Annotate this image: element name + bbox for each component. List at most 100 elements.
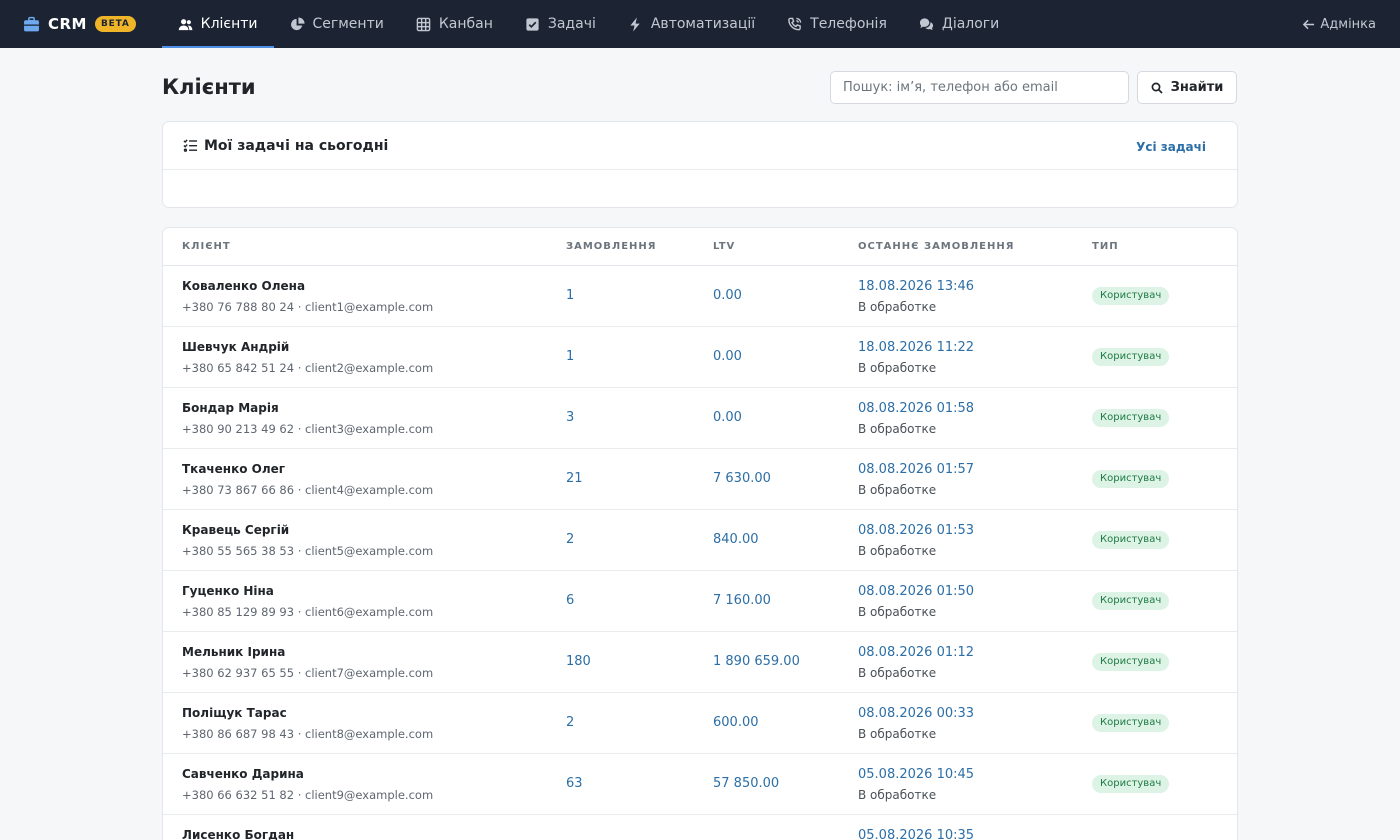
table-row[interactable]: Поліщук Тарас +380 86 687 98 43 · client8… (163, 693, 1237, 754)
table-row[interactable]: Коваленко Олена +380 76 788 80 24 · clien… (163, 266, 1237, 327)
column-header-client: Клієнт (182, 241, 231, 252)
orders-count[interactable]: 2 (566, 715, 574, 730)
nav-item-kanban[interactable]: Канбан (400, 0, 509, 48)
table-row[interactable]: Ткаченко Олег +380 73 867 66 86 · client4… (163, 449, 1237, 510)
app-name: CRM (48, 15, 87, 33)
last-order-date[interactable]: 18.08.2026 13:46 (858, 279, 974, 294)
orders-count[interactable]: 2 (566, 532, 574, 547)
last-order-date[interactable]: 08.08.2026 01:50 (858, 584, 974, 599)
client-contact: +380 62 937 65 55 · client7@example.com (182, 666, 434, 680)
client-type-badge: Користувач (1092, 592, 1170, 610)
nav-label: Діалоги (941, 16, 1000, 32)
client-type-badge: Користувач (1092, 409, 1170, 427)
client-type-badge: Користувач (1092, 653, 1170, 671)
tasks-card: Мої задачі на сьогодні Усі задачі (162, 121, 1238, 208)
all-tasks-link[interactable]: Усі задачі (1136, 140, 1206, 154)
client-name[interactable]: Поліщук Тарас (182, 706, 287, 720)
orders-count[interactable]: 63 (566, 776, 583, 791)
table-row[interactable]: Шевчук Андрій +380 65 842 51 24 · client2… (163, 327, 1237, 388)
pie-chart-icon (290, 16, 305, 30)
last-order-status: В обработке (858, 361, 937, 375)
last-order-status: В обработке (858, 544, 937, 558)
ltv-value[interactable]: 7 160.00 (713, 593, 771, 608)
ltv-value[interactable]: 7 630.00 (713, 471, 771, 486)
last-order-date[interactable]: 08.08.2026 01:53 (858, 523, 974, 538)
phone-icon (788, 17, 802, 30)
last-order-date[interactable]: 18.08.2026 11:22 (858, 340, 974, 355)
client-name[interactable]: Шевчук Андрій (182, 340, 289, 354)
ltv-value[interactable]: 0.00 (713, 410, 742, 425)
column-header-ltv: LTV (713, 241, 736, 252)
table-row[interactable]: Гуценко Ніна +380 85 129 89 93 · client6@… (163, 571, 1237, 632)
ltv-value[interactable]: 0.00 (713, 349, 742, 364)
orders-count[interactable]: 180 (566, 654, 591, 669)
arrow-left-icon (1303, 19, 1315, 29)
ltv-value[interactable]: 1 890 659.00 (713, 654, 800, 669)
client-type-badge: Користувач (1092, 287, 1170, 305)
client-type-badge: Користувач (1092, 470, 1170, 488)
column-header-last-order: Останнє замовлення (858, 241, 1015, 252)
tasks-title: Мої задачі на сьогодні (204, 137, 389, 154)
last-order-date[interactable]: 08.08.2026 01:57 (858, 462, 974, 477)
orders-count[interactable]: 1 (566, 349, 574, 364)
bolt-icon (630, 16, 640, 32)
client-name[interactable]: Мельник Ірина (182, 645, 285, 659)
last-order-date[interactable]: 08.08.2026 01:12 (858, 645, 974, 660)
nav-item-tasks[interactable]: Задачі (509, 0, 612, 48)
client-name[interactable]: Гуценко Ніна (182, 584, 274, 598)
client-type-badge: Користувач (1092, 775, 1170, 793)
last-order-date[interactable]: 05.08.2026 10:35 (858, 828, 974, 840)
nav-item-segments[interactable]: Сегменти (274, 0, 400, 48)
client-name[interactable]: Лисенко Богдан (182, 828, 294, 840)
admin-link[interactable]: Адмінка (1302, 0, 1376, 48)
client-contact: +380 86 687 98 43 · client8@example.com (182, 727, 434, 741)
client-name[interactable]: Коваленко Олена (182, 279, 305, 293)
table-row[interactable]: Кравець Сергій +380 55 565 38 53 · client… (163, 510, 1237, 571)
table-row[interactable]: Мельник Ірина +380 62 937 65 55 · client7… (163, 632, 1237, 693)
task-list-icon (183, 139, 198, 152)
table-header: Клієнт Замовлення LTV Останнє замовлення… (163, 228, 1237, 266)
ltv-value[interactable]: 57 850.00 (713, 776, 779, 791)
client-name[interactable]: Кравець Сергій (182, 523, 289, 537)
search-button[interactable]: Знайти (1137, 71, 1237, 104)
ltv-value[interactable]: 600.00 (713, 715, 759, 730)
nav-item-telephony[interactable]: Телефонія (771, 0, 903, 48)
last-order-date[interactable]: 08.08.2026 01:58 (858, 401, 974, 416)
last-order-date[interactable]: 05.08.2026 10:45 (858, 767, 974, 782)
users-icon (178, 18, 192, 30)
search-button-label: Знайти (1170, 80, 1224, 95)
table-row[interactable]: Бондар Марія +380 90 213 49 62 · client3@… (163, 388, 1237, 449)
search-input[interactable] (830, 71, 1129, 104)
client-name[interactable]: Савченко Дарина (182, 767, 304, 781)
nav-item-dialogs[interactable]: Діалоги (903, 0, 1015, 48)
ltv-value[interactable]: 840.00 (713, 532, 759, 547)
nav-label: Задачі (547, 16, 596, 32)
checkbox-icon (526, 17, 539, 31)
client-type-badge: Користувач (1092, 531, 1170, 549)
search-icon (1151, 82, 1163, 94)
client-name[interactable]: Ткаченко Олег (182, 462, 285, 476)
orders-count[interactable]: 3 (566, 410, 574, 425)
last-order-status: В обработке (858, 788, 937, 802)
grid-icon (416, 17, 431, 31)
column-header-orders: Замовлення (566, 241, 657, 252)
admin-label: Адмінка (1320, 16, 1376, 32)
orders-count[interactable]: 1 (566, 288, 574, 303)
page-title: Клієнти (162, 75, 256, 99)
client-contact: +380 73 867 66 86 · client4@example.com (182, 483, 434, 497)
last-order-date[interactable]: 08.08.2026 00:33 (858, 706, 974, 721)
ltv-value[interactable]: 0.00 (713, 288, 742, 303)
orders-count[interactable]: 21 (566, 471, 583, 486)
client-contact: +380 90 213 49 62 · client3@example.com (182, 422, 434, 436)
client-contact: +380 65 842 51 24 · client2@example.com (182, 361, 434, 375)
client-name[interactable]: Бондар Марія (182, 401, 279, 415)
nav-label: Сегменти (312, 16, 384, 32)
nav-item-automations[interactable]: Автоматизації (612, 0, 771, 48)
table-row[interactable]: Савченко Дарина +380 66 632 51 82 · clien… (163, 754, 1237, 815)
table-row[interactable]: Лисенко Богдан 05.08.2026 10:35 (163, 815, 1237, 840)
nav-item-clients[interactable]: Клієнти (161, 0, 274, 48)
client-type-badge: Користувач (1092, 348, 1170, 366)
brand[interactable]: CRM BETA (0, 0, 136, 48)
top-navbar: CRM BETA Клієнти Сегменти Канбан Задачі … (0, 0, 1400, 48)
orders-count[interactable]: 6 (566, 593, 574, 608)
